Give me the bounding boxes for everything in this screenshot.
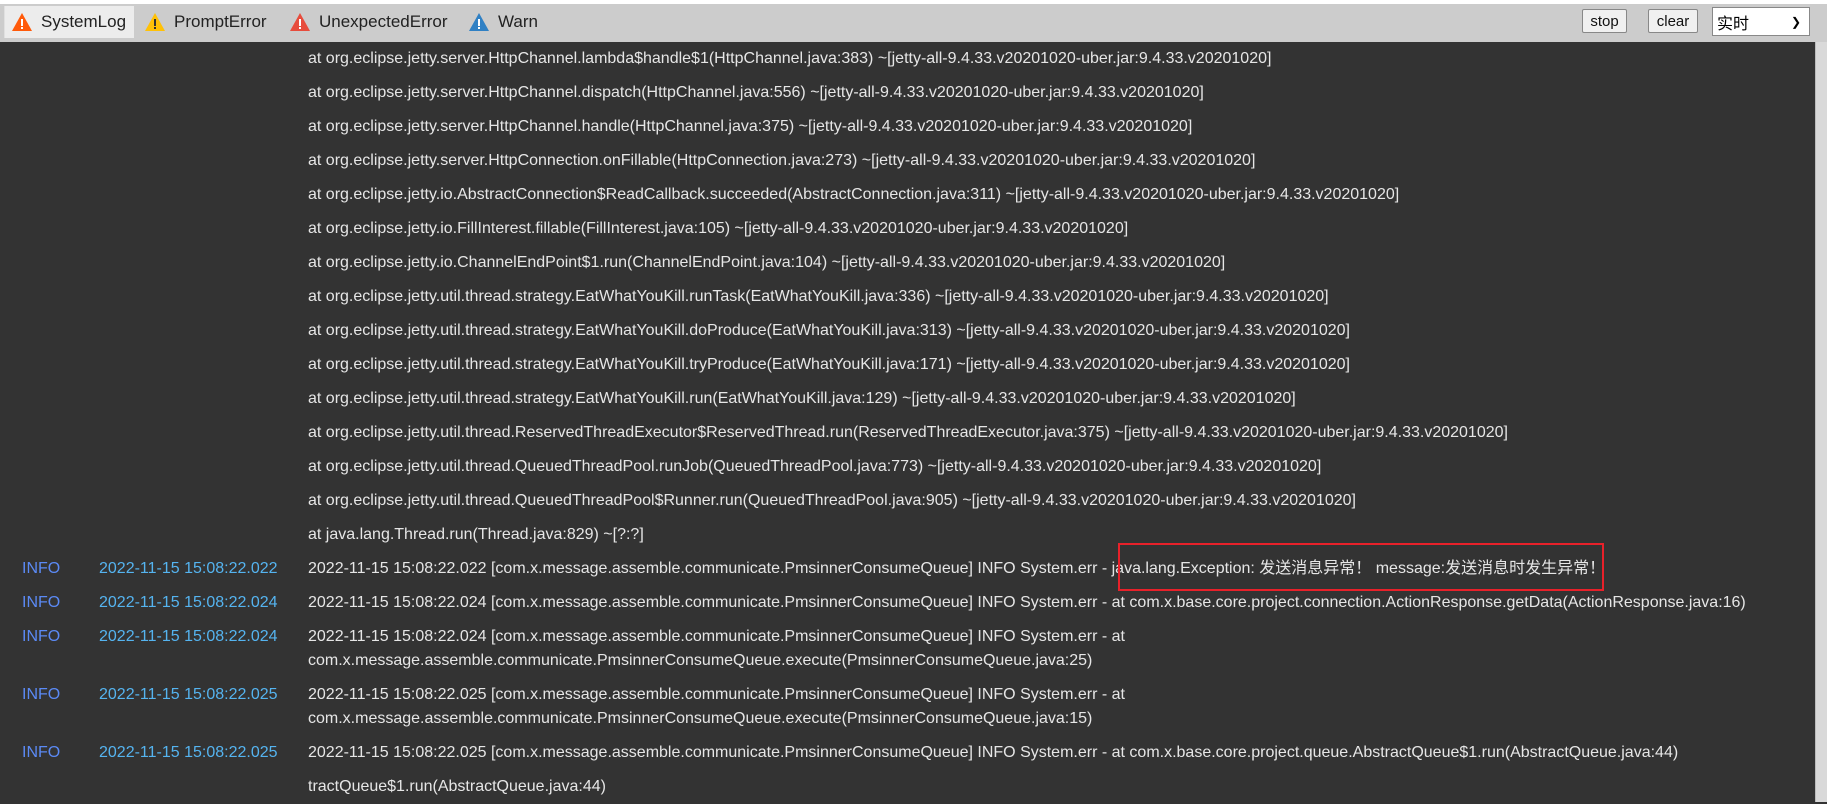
stack-row: at org.eclipse.jetty.util.thread.strateg… — [0, 280, 1812, 314]
stack-line: at org.eclipse.jetty.util.thread.Reserve… — [308, 424, 1508, 441]
log-message: 2022-11-15 15:08:22.025 [com.x.message.a… — [308, 686, 1125, 727]
tab-label: UnexpectedError — [319, 12, 448, 31]
stack-line: at org.eclipse.jetty.util.thread.strateg… — [308, 356, 1350, 373]
log-row: tractQueue$1.run(AbstractQueue.java:44) — [0, 770, 1812, 804]
log-time: 2022-11-15 15:08:22.025 — [99, 686, 278, 703]
log-time: 2022-11-15 15:08:22.024 — [99, 628, 278, 645]
stack-row: at org.eclipse.jetty.io.AbstractConnecti… — [0, 178, 1812, 212]
log-row: INFO 2022-11-15 15:08:22.025 2022-11-15 15… — [0, 736, 1812, 770]
stack-line: at org.eclipse.jetty.server.HttpChannel.… — [308, 84, 1204, 101]
tab-label: SystemLog — [41, 12, 127, 31]
log-toolbar: SystemLog PromptError UnexpectedError Wa… — [0, 0, 1827, 42]
log-time: 2022-11-15 15:08:22.025 — [99, 744, 278, 761]
log-level: INFO — [22, 628, 61, 645]
log-message: 2022-11-15 15:08:22.024 [com.x.message.a… — [308, 628, 1125, 669]
tab-label: Warn — [498, 12, 538, 31]
log-message: 2022-11-15 15:08:22.024 [com.x.message.a… — [308, 594, 1746, 611]
log-row: INFO 2022-11-15 15:08:22.025 2022-11-15 15… — [0, 678, 1812, 736]
warning-orange-icon — [12, 13, 32, 31]
stack-row: at org.eclipse.jetty.server.HttpChannel.… — [0, 110, 1812, 144]
stack-row: at org.eclipse.jetty.io.ChannelEndPoint$… — [0, 246, 1812, 280]
log-level: INFO — [22, 560, 61, 577]
chevron-down-icon: ❯ — [1790, 15, 1801, 29]
stack-row: at org.eclipse.jetty.util.thread.QueuedT… — [0, 484, 1812, 518]
log-message: 2022-11-15 15:08:22.025 [com.x.message.a… — [308, 744, 1679, 761]
stack-row: at org.eclipse.jetty.util.thread.Reserve… — [0, 416, 1812, 450]
log-time: 2022-11-15 15:08:22.022 — [99, 560, 278, 577]
stack-row: at org.eclipse.jetty.server.HttpChannel.… — [0, 42, 1812, 76]
log-message: tractQueue$1.run(AbstractQueue.java:44) — [308, 778, 606, 795]
stop-button[interactable]: stop — [1582, 9, 1627, 33]
stack-line: at org.eclipse.jetty.util.thread.QueuedT… — [308, 492, 1356, 509]
log-row: INFO 2022-11-15 15:08:22.024 2022-11-15 15… — [0, 586, 1812, 620]
log-level: INFO — [22, 744, 61, 761]
stack-line: at org.eclipse.jetty.util.thread.strateg… — [308, 390, 1296, 407]
stack-row: at org.eclipse.jetty.io.FillInterest.fil… — [0, 212, 1812, 246]
stack-row: at org.eclipse.jetty.server.HttpChannel.… — [0, 76, 1812, 110]
stack-line: at org.eclipse.jetty.server.HttpChannel.… — [308, 50, 1272, 67]
stack-row: at org.eclipse.jetty.util.thread.strateg… — [0, 314, 1812, 348]
tab-systemlog[interactable]: SystemLog — [4, 6, 135, 38]
warning-red-icon — [290, 13, 310, 31]
mode-select-value: 实时 — [1717, 15, 1750, 33]
log-time: 2022-11-15 15:08:22.024 — [99, 594, 278, 611]
stack-line: at org.eclipse.jetty.util.thread.strateg… — [308, 288, 1329, 305]
clear-button[interactable]: clear — [1648, 9, 1698, 33]
stack-row: at org.eclipse.jetty.util.thread.strateg… — [0, 382, 1812, 416]
stack-line: at org.eclipse.jetty.server.HttpConnecti… — [308, 152, 1256, 169]
stack-line: at org.eclipse.jetty.io.AbstractConnecti… — [308, 186, 1400, 203]
log-level: INFO — [22, 594, 61, 611]
stack-row: at org.eclipse.jetty.util.thread.strateg… — [0, 348, 1812, 382]
scrollbar[interactable] — [1815, 42, 1827, 802]
stack-line: at org.eclipse.jetty.server.HttpChannel.… — [308, 118, 1193, 135]
tab-prompterror[interactable]: PromptError — [138, 6, 275, 38]
tab-warn[interactable]: Warn — [462, 6, 546, 38]
stack-line: at org.eclipse.jetty.util.thread.strateg… — [308, 322, 1350, 339]
tab-label: PromptError — [174, 12, 267, 31]
stack-line: at org.eclipse.jetty.util.thread.QueuedT… — [308, 458, 1322, 475]
warning-blue-icon — [469, 13, 489, 31]
stack-row: at org.eclipse.jetty.server.HttpConnecti… — [0, 144, 1812, 178]
stack-line: at org.eclipse.jetty.io.FillInterest.fil… — [308, 220, 1129, 237]
warning-yellow-icon — [145, 13, 165, 31]
mode-select[interactable]: 实时 ❯ — [1712, 7, 1810, 36]
stack-row: at org.eclipse.jetty.util.thread.QueuedT… — [0, 450, 1812, 484]
log-row: INFO 2022-11-15 15:08:22.024 2022-11-15 15… — [0, 620, 1812, 678]
log-level: INFO — [22, 686, 61, 703]
tab-unexpectederror[interactable]: UnexpectedError — [283, 6, 456, 38]
highlight-box — [1118, 543, 1604, 591]
stack-line: at org.eclipse.jetty.io.ChannelEndPoint$… — [308, 254, 1226, 271]
log-list: at org.eclipse.jetty.server.HttpChannel.… — [0, 42, 1812, 804]
